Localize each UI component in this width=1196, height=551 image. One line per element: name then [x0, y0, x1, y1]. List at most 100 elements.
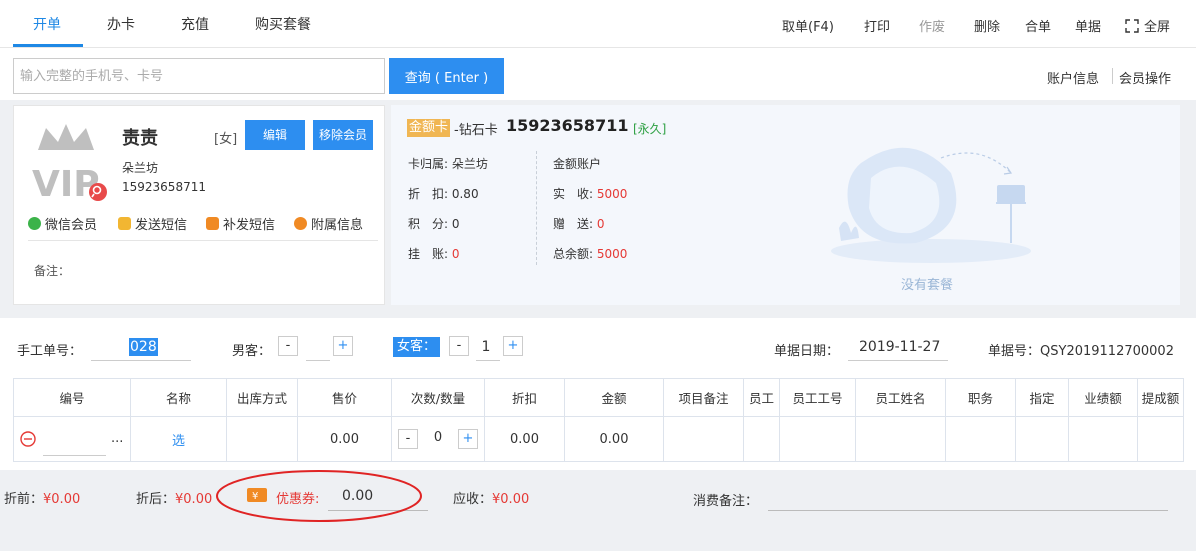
card-owner: 卡归属: 朵兰坊: [408, 157, 488, 171]
vip-avatar-icon: VIP: [32, 124, 107, 204]
edit-member-button[interactable]: 编辑: [245, 120, 305, 150]
wechat-member-action[interactable]: 微信会员: [28, 214, 97, 233]
order-items-table: 编号 名称 出库方式 售价 次数/数量 折扣 金额 项目备注 员工 员工工号 员…: [13, 378, 1184, 462]
col-header: 金额: [564, 378, 664, 417]
col-header: 项目备注: [663, 378, 744, 417]
manual-order-underline: [91, 360, 191, 361]
tab-buy-package[interactable]: 购买套餐: [255, 14, 311, 34]
stock-method-cell: [226, 416, 298, 462]
merge-button[interactable]: 合单: [1025, 16, 1051, 35]
staff-name-cell[interactable]: [855, 416, 946, 462]
query-button[interactable]: 查询 ( Enter ): [389, 58, 504, 94]
wechat-icon: [28, 217, 41, 230]
member-name: 责责: [122, 128, 158, 149]
remove-row-icon[interactable]: [20, 431, 36, 447]
amount-cell[interactable]: 0.00: [564, 416, 664, 462]
after-discount-total: 折后：¥0.00: [136, 492, 213, 507]
divider: [1112, 68, 1113, 84]
date-underline: [848, 360, 948, 361]
item-code-cell: ...: [13, 416, 131, 462]
envelope-icon: [118, 217, 131, 230]
card-level: -钻石卡: [454, 123, 498, 138]
card-panel: 金额卡 -钻石卡 15923658711 [永久] 卡归属: 朵兰坊 折 扣: …: [391, 105, 1180, 305]
quantity-cell: - 0 +: [391, 416, 485, 462]
performance-cell[interactable]: [1068, 416, 1138, 462]
col-header: 业绩额: [1068, 378, 1138, 417]
manual-order-label: 手工单号：: [17, 344, 83, 359]
fullscreen-icon: [1125, 18, 1139, 33]
female-decrease-button[interactable]: -: [449, 336, 469, 356]
divider: [28, 240, 378, 241]
card-kind-badge: 金额卡: [407, 119, 451, 137]
receipt-date-input[interactable]: 2019-11-27: [859, 339, 940, 355]
top-nav: 开单 办卡 充值 购买套餐 取单(F4) 打印 作废 删除 合单 单据 全屏: [0, 0, 1196, 48]
table-header-row: 编号 名称 出库方式 售价 次数/数量 折扣 金额 项目备注 员工 员工工号 员…: [13, 378, 1184, 417]
search-row: 查询 ( Enter ) 账户信息 会员操作: [0, 48, 1196, 100]
female-increase-button[interactable]: +: [503, 336, 523, 356]
receipt-date-label: 单据日期：: [774, 344, 840, 359]
male-increase-button[interactable]: +: [333, 336, 353, 356]
info-icon: [294, 217, 307, 230]
card-account-label: 金额账户: [553, 157, 602, 171]
send-sms-action[interactable]: 发送短信: [118, 214, 187, 233]
message-icon: [206, 217, 219, 230]
col-header: 次数/数量: [391, 378, 485, 417]
fullscreen-button[interactable]: 全屏: [1125, 16, 1170, 35]
remove-member-button[interactable]: 移除会员: [313, 120, 373, 150]
member-phone: 15923658711: [122, 180, 206, 194]
qty-decrease-button[interactable]: -: [398, 429, 418, 449]
price-cell[interactable]: 0.00: [297, 416, 392, 462]
item-code-input[interactable]: [43, 455, 106, 456]
col-header: 出库方式: [226, 378, 298, 417]
empty-package-text: 没有套餐: [901, 278, 954, 293]
print-button[interactable]: 打印: [864, 16, 890, 35]
item-remark-cell[interactable]: [663, 416, 744, 462]
receipt-number: 单据号：QSY2019112700002: [988, 344, 1174, 359]
member-gender: [女]: [214, 132, 238, 147]
staff-cell[interactable]: [743, 416, 780, 462]
qty-value[interactable]: 0: [429, 430, 447, 445]
before-discount-total: 折前：¥0.00: [4, 492, 81, 507]
empty-package-illustration-icon: [831, 147, 1031, 263]
position-cell[interactable]: [945, 416, 1016, 462]
consume-note-label: 消费备注：: [693, 494, 759, 509]
card-credit: 挂 账: 0: [408, 247, 460, 261]
col-header: 提成额: [1137, 378, 1184, 417]
staff-id-cell[interactable]: [779, 416, 856, 462]
consume-note-input[interactable]: [768, 510, 1168, 511]
commission-cell[interactable]: [1137, 416, 1184, 462]
take-order-button[interactable]: 取单(F4): [782, 16, 834, 35]
totals-footer: 折前：¥0.00 折后：¥0.00 ¥ 优惠券: 0.00 应收：¥0.00 消…: [0, 470, 1196, 551]
search-input[interactable]: [13, 58, 385, 94]
male-decrease-button[interactable]: -: [278, 336, 298, 356]
member-ops-link[interactable]: 会员操作: [1119, 68, 1171, 87]
manual-order-input[interactable]: 028: [129, 338, 158, 356]
female-guest-count[interactable]: 1: [476, 339, 496, 355]
account-info-link[interactable]: 账户信息: [1047, 68, 1099, 87]
qty-increase-button[interactable]: +: [458, 429, 478, 449]
male-guest-label: 男客：: [232, 344, 272, 359]
delete-button[interactable]: 删除: [974, 16, 1000, 35]
active-tab-indicator: [13, 44, 83, 47]
card-gift: 赠 送: 0: [553, 217, 605, 231]
receipts-button[interactable]: 单据: [1075, 16, 1101, 35]
select-item-link[interactable]: 选: [172, 434, 185, 449]
more-button[interactable]: ...: [111, 431, 123, 446]
tab-card[interactable]: 办卡: [107, 14, 135, 34]
tab-recharge[interactable]: 充值: [181, 14, 209, 34]
col-header: 名称: [130, 378, 227, 417]
card-discount: 折 扣: 0.80: [408, 187, 479, 201]
col-header: 员工姓名: [855, 378, 946, 417]
void-button[interactable]: 作废: [919, 16, 945, 35]
col-header: 折扣: [484, 378, 565, 417]
male-count-underline: [306, 360, 330, 361]
extra-info-action[interactable]: 附属信息: [294, 214, 363, 233]
resend-sms-action[interactable]: 补发短信: [206, 214, 275, 233]
item-name-cell: 选: [130, 416, 227, 462]
col-header: 编号: [13, 378, 131, 417]
tab-open-order[interactable]: 开单: [33, 14, 61, 34]
member-panel: VIP 责责 [女] 编辑 移除会员 朵兰坊 15923658711 微信会员 …: [13, 105, 385, 305]
discount-cell[interactable]: 0.00: [484, 416, 565, 462]
card-points: 积 分: 0: [408, 217, 460, 231]
designated-cell[interactable]: [1015, 416, 1069, 462]
